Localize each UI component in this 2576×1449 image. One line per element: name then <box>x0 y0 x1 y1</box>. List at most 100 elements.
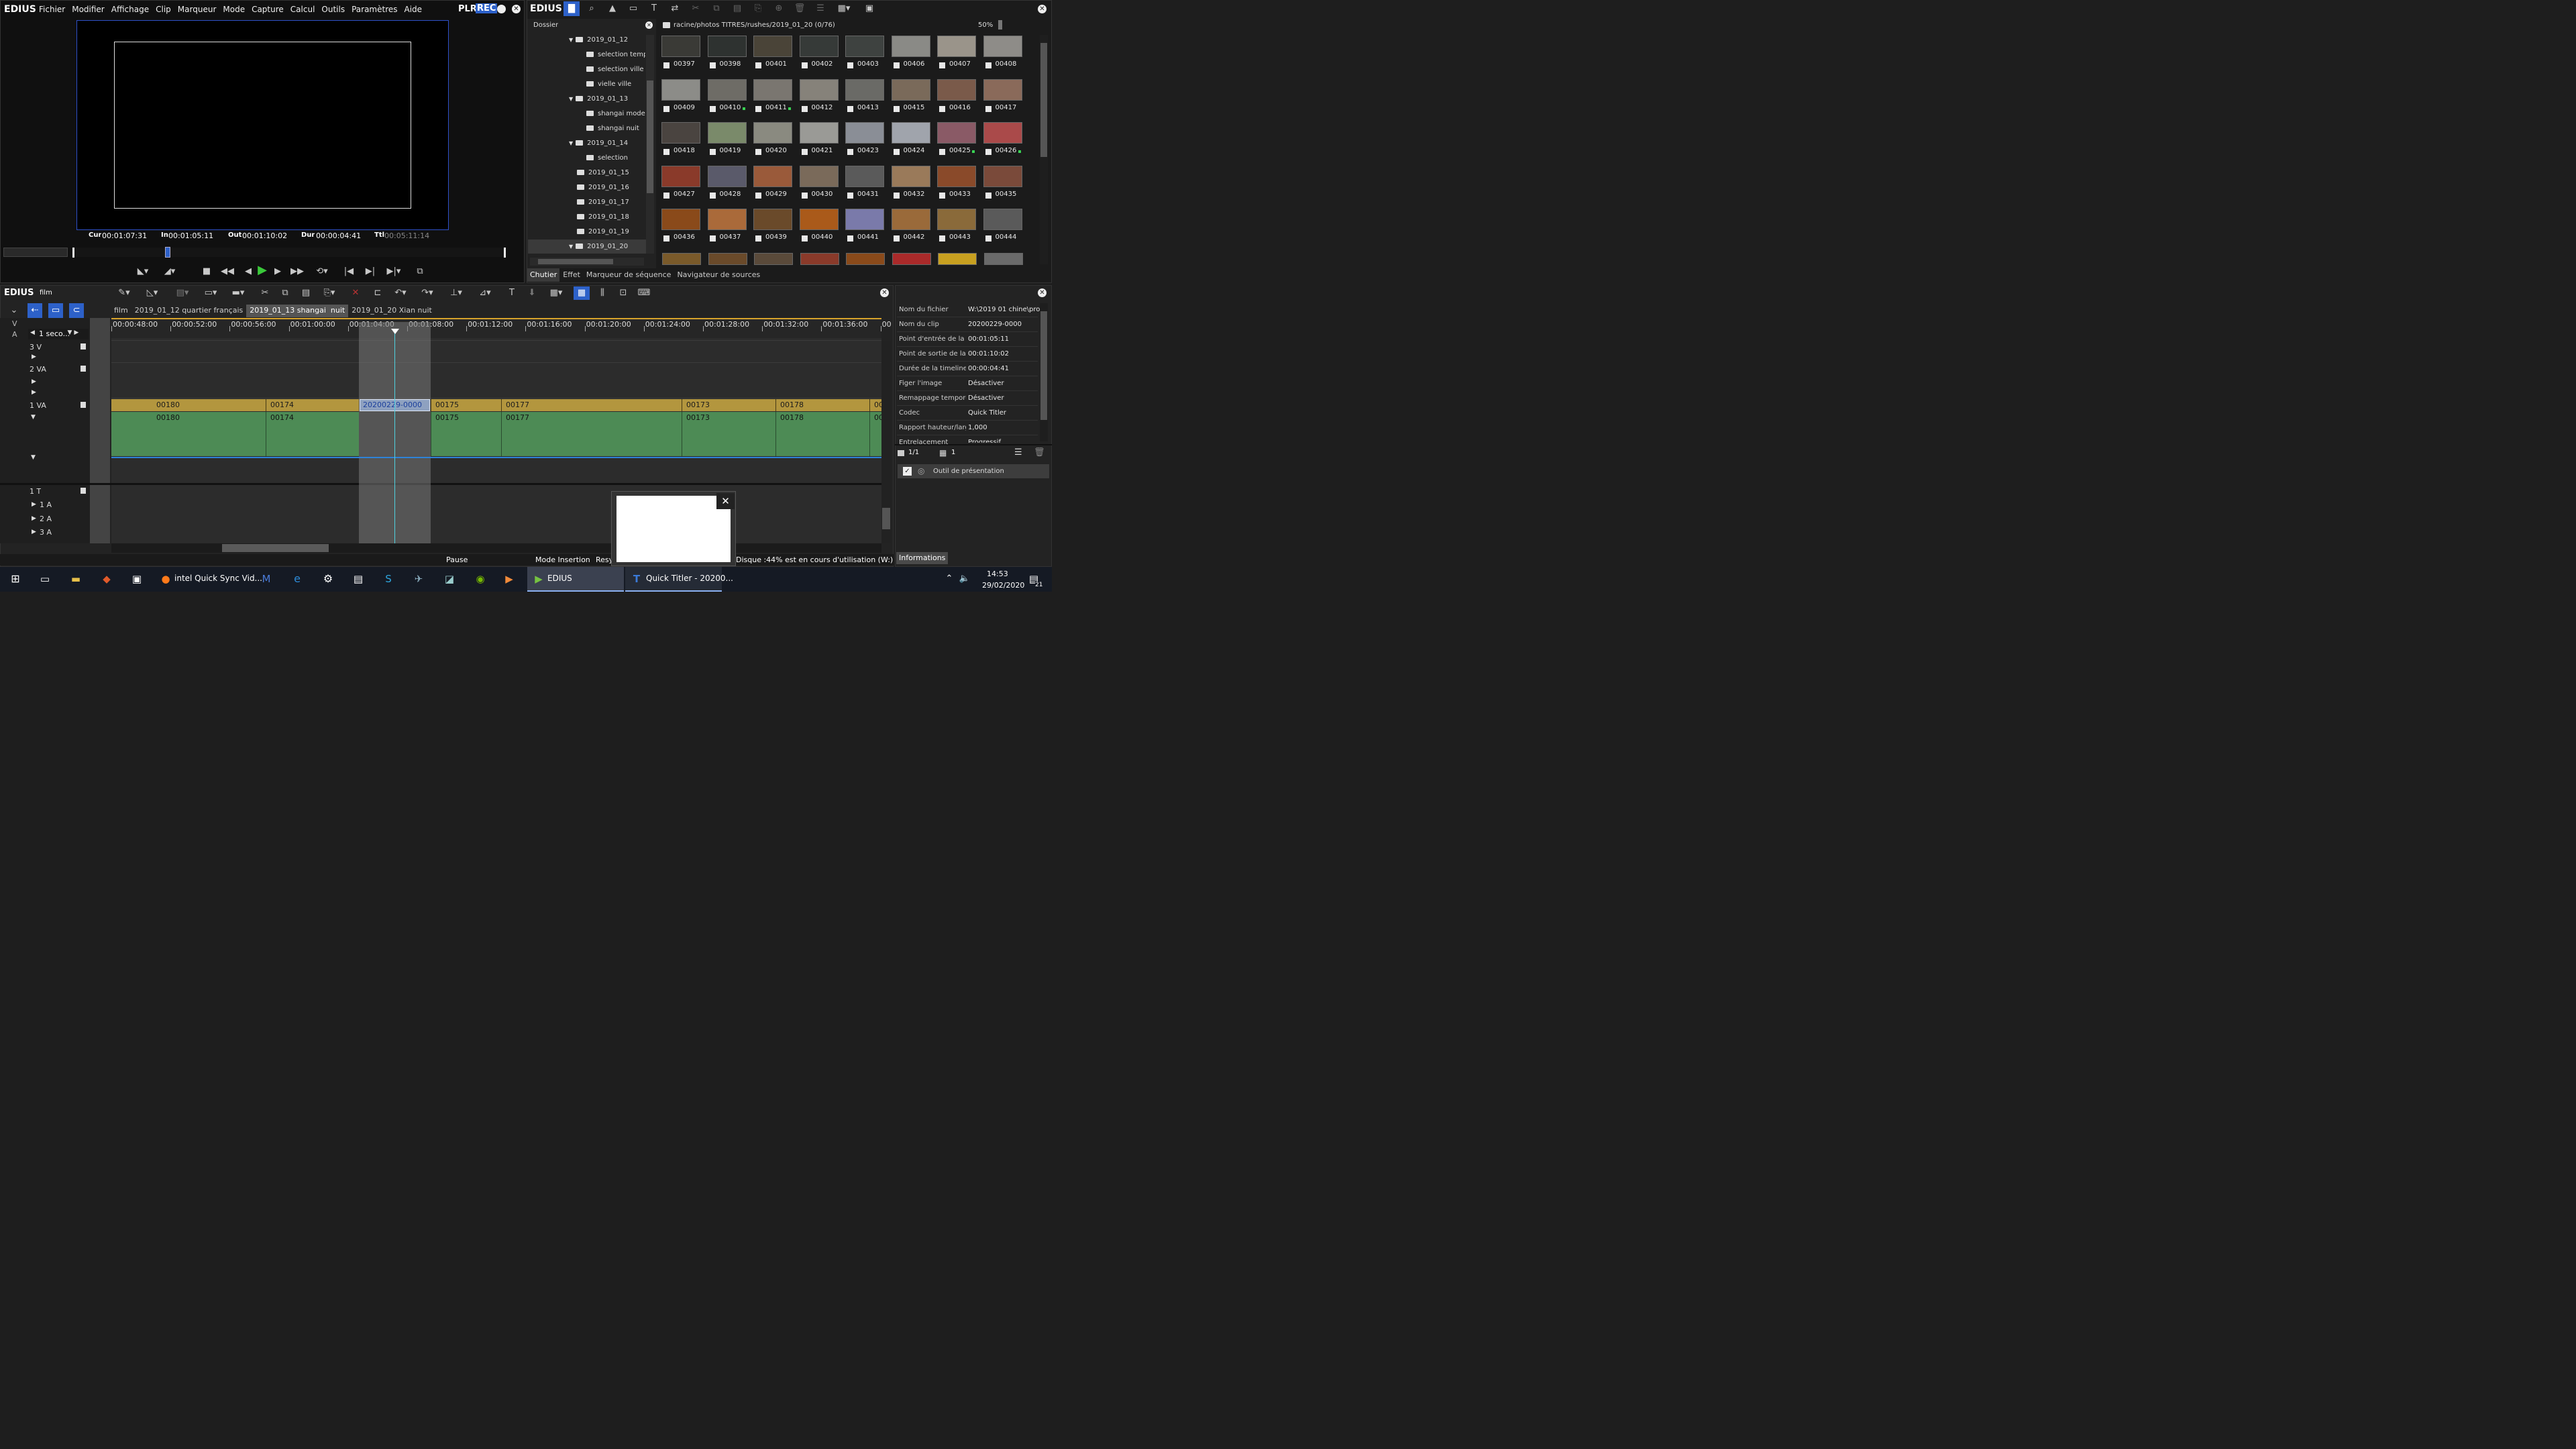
video-clip[interactable]: 00 <box>869 399 883 411</box>
tree-item[interactable]: shangai nuit <box>586 123 645 135</box>
clip-checkbox[interactable] <box>893 235 900 241</box>
info-scroll-thumb[interactable] <box>1040 311 1047 420</box>
track-3a-expand-icon[interactable]: ▶ <box>32 529 36 535</box>
menu-7[interactable]: Calcul <box>290 5 315 17</box>
clip-thumbnail-partial[interactable] <box>754 253 793 265</box>
clip-thumbnail[interactable]: 00436 <box>661 209 702 245</box>
tree-item[interactable]: 2019_01_17 <box>569 197 644 209</box>
clip-thumbnail-partial[interactable] <box>846 253 885 265</box>
clip-checkbox[interactable] <box>985 105 991 112</box>
open-project-icon[interactable]: ▭▾ <box>201 286 221 301</box>
tree-expand-icon[interactable]: ▼ <box>569 140 573 146</box>
clip-thumbnail[interactable]: 00428 <box>707 165 748 202</box>
video-clip[interactable]: 00178 <box>775 399 869 411</box>
app-red-icon[interactable]: ◆ <box>98 572 115 586</box>
taskbar-firefox-label[interactable]: intel Quick Sync Vid... <box>174 566 262 592</box>
clip-thumbnail[interactable]: 00426 <box>983 122 1024 158</box>
undo-icon[interactable]: ↶▾ <box>390 286 411 301</box>
tree-item[interactable]: 2019_01_16 <box>569 182 644 194</box>
clip-thumbnail[interactable]: 00431 <box>845 165 885 202</box>
tree-item[interactable]: selection temple <box>586 49 645 61</box>
open-folder-icon[interactable]: ▭ <box>626 1 641 16</box>
clip-checkbox[interactable] <box>893 105 900 112</box>
clip-thumbnail[interactable]: 00398 <box>707 36 748 72</box>
clip-checkbox[interactable] <box>663 62 669 68</box>
keyboard-icon[interactable]: ⌨ <box>636 286 652 301</box>
video-clip[interactable]: 00173 <box>682 399 775 411</box>
skype-icon[interactable]: S <box>380 572 397 586</box>
clip-thumbnail[interactable]: 00410 <box>707 78 748 115</box>
app-bird-icon[interactable]: ✈ <box>410 572 427 586</box>
clip-checkbox[interactable] <box>893 62 900 68</box>
tree-item[interactable]: 2019_01_15 <box>569 167 644 179</box>
replace-icon[interactable]: ⎘▾ <box>319 286 339 301</box>
clip-checkbox[interactable] <box>801 105 808 112</box>
timeline-view-icon[interactable]: ▦ <box>574 286 590 300</box>
clip-thumbnail[interactable]: 00402 <box>799 36 840 72</box>
clip-thumbnail[interactable]: 00429 <box>753 165 794 202</box>
position-bar[interactable] <box>3 248 68 257</box>
clip-thumbnail-partial[interactable] <box>800 253 839 265</box>
clip-thumbnail[interactable]: 00403 <box>845 36 885 72</box>
tree-item[interactable]: vielle ville <box>586 78 645 91</box>
plr-label[interactable]: PLR <box>458 4 477 14</box>
title-icon[interactable]: T <box>647 1 661 16</box>
tree-item[interactable]: selection ville moderne <box>586 64 645 76</box>
audio-clip[interactable]: 00177 <box>501 412 682 456</box>
search-icon[interactable]: ⌕ <box>584 1 599 16</box>
volume-icon[interactable]: 🔈 <box>958 572 971 586</box>
snap-icon[interactable]: ⊿▾ <box>475 286 495 301</box>
tray-chevron-icon[interactable]: ⌃ <box>943 572 955 586</box>
sequence-tab-1[interactable]: 2019_01_12 quartier français <box>131 305 247 317</box>
nvidia-icon[interactable]: ◉ <box>472 572 489 586</box>
clip-checkbox[interactable] <box>985 62 991 68</box>
sequence-tab-2[interactable]: 2019_01_13 shangai nuit <box>246 305 349 317</box>
sync-icon[interactable]: ⇄ <box>667 1 682 16</box>
set-out-icon[interactable]: ◢▾ <box>161 264 178 279</box>
track-2va-expand-icon[interactable]: ▶ <box>32 378 36 385</box>
trash-icon[interactable]: 🗑 <box>1034 447 1045 458</box>
clip-thumbnail[interactable]: 00411 <box>753 78 794 115</box>
clip-checkbox[interactable] <box>755 62 761 68</box>
tree-hscroll-thumb[interactable] <box>538 259 613 264</box>
ripple-delete-icon[interactable]: ⊏ <box>369 286 386 301</box>
clip-checkbox[interactable] <box>801 62 808 68</box>
video-clip[interactable]: 00177 <box>501 399 682 411</box>
clip-checkbox[interactable] <box>939 192 945 199</box>
next-edit-icon[interactable]: ▶| <box>362 264 378 279</box>
clip-thumbnail[interactable]: 00423 <box>845 122 885 158</box>
clip-thumbnail[interactable]: 00407 <box>937 36 977 72</box>
clip-checkbox[interactable] <box>663 235 669 241</box>
clip-thumbnail[interactable]: 00397 <box>661 36 702 72</box>
media-player-icon[interactable]: ▶ <box>500 572 518 586</box>
track-3v-expand-icon[interactable]: ▶ <box>32 354 36 360</box>
clip-thumbnail[interactable]: 00440 <box>799 209 840 245</box>
tree-item[interactable]: 2019_01_18 <box>569 211 644 223</box>
track-3v-toggle-icon[interactable] <box>80 343 86 350</box>
clip-checkbox[interactable] <box>847 235 853 241</box>
prev-edit-icon[interactable]: |◀ <box>341 264 357 279</box>
tree-item[interactable]: ▼ 2019_01_12 <box>569 34 644 46</box>
up-folder-icon[interactable]: ▲ <box>605 1 620 16</box>
sequence-tab-0[interactable]: film <box>111 305 131 317</box>
audio-clip[interactable]: 00178 <box>775 412 869 456</box>
clip-thumbnail[interactable]: 00418 <box>661 122 702 158</box>
stop-icon[interactable]: ■ <box>199 264 214 279</box>
mixer-icon[interactable]: ⫼ <box>594 286 610 301</box>
firefox-icon[interactable]: ● <box>158 572 173 586</box>
tl-copy-icon[interactable]: ⧉ <box>278 286 292 301</box>
file-explorer-icon[interactable]: ▬ <box>67 572 85 586</box>
effect-checkbox[interactable]: ✓ <box>903 467 912 476</box>
clip-thumbnail-partial[interactable] <box>892 253 931 265</box>
clip-checkbox[interactable] <box>709 192 716 199</box>
clip-checkbox[interactable] <box>709 62 716 68</box>
clip-thumbnail-partial[interactable] <box>662 253 701 265</box>
step-forward-icon[interactable]: ▶ <box>271 264 284 279</box>
clip-checkbox[interactable] <box>985 235 991 241</box>
audio-clip[interactable]: 00174 <box>266 412 359 456</box>
export-icon[interactable]: ⬇ <box>525 286 539 301</box>
tree-item[interactable]: ▼ 2019_01_14 <box>569 138 644 150</box>
link-icon[interactable]: ⊂ <box>69 303 84 318</box>
menu-2[interactable]: Affichage <box>111 5 149 17</box>
delete-icon[interactable]: 🗑 <box>792 1 807 16</box>
